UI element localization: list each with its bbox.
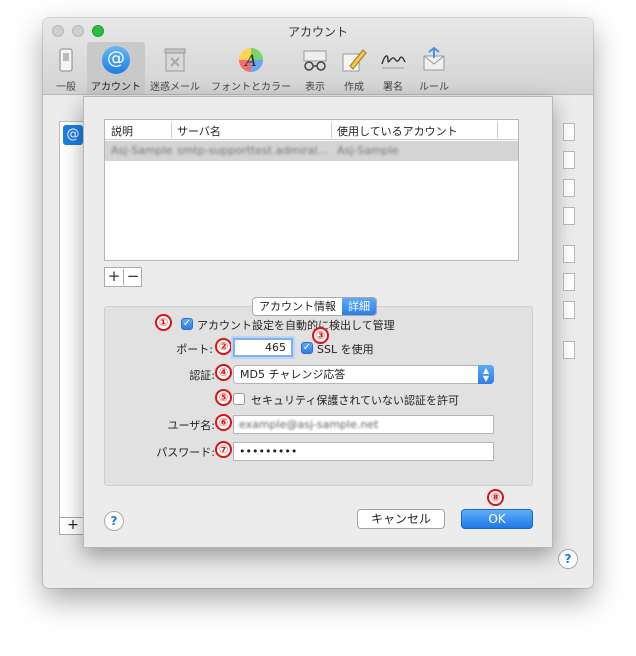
auth-select-value: MD5 チャレンジ応答 [240,368,346,381]
annotation-4: ④ [215,364,232,381]
annotation-8: ⑧ [487,489,504,506]
auto-manage-label: アカウント設定を自動的に検出して管理 [197,319,395,332]
detail-tabs: アカウント情報 詳細 [252,297,377,316]
rules-icon [420,46,448,74]
column-header-description[interactable]: 説明 [111,123,133,139]
password-label: パスワード: [156,446,215,459]
svg-text:A: A [243,51,257,70]
toolbar-label: 署名 [383,82,403,93]
column-header-server[interactable]: サーバ名 [177,123,221,139]
toolbar-item-rules[interactable]: ルール [415,42,453,94]
auto-manage-checkbox[interactable]: ✓ [181,318,193,330]
annotation-2: ② [215,338,232,355]
ssl-label: SSL を使用 [317,343,374,356]
remove-server-button[interactable]: − [124,268,142,286]
table-row[interactable]: Asj-Sample smtp-supporttest.admiral... A… [105,141,518,161]
chevron-updown-icon: ▲ ▼ [478,365,494,384]
titlebar: アカウント 一般 @ アカウント 迷惑メール A フォントとカラー 表示 作成 … [43,18,593,95]
toolbar-label: 一般 [56,82,76,93]
username-input[interactable]: example@asj-sample.net [233,415,494,434]
toolbar-label: アカウント [91,82,141,93]
row-server: smtp-supporttest.admiral... [177,144,328,157]
insecure-auth-checkbox[interactable] [233,393,245,405]
toolbar-label: 迷惑メール [150,82,200,93]
junk-mail-icon [161,46,189,74]
auth-select[interactable]: MD5 チャレンジ応答 ▲ ▼ [233,365,494,384]
port-input[interactable]: 465 [233,338,293,357]
toolbar-label: フォントとカラー [211,82,291,93]
cancel-button[interactable]: キャンセル [357,509,445,529]
background-field [563,151,575,169]
toolbar-item-fonts-colors[interactable]: A フォントとカラー [206,42,296,94]
smtp-server-table[interactable]: 説明 サーバ名 使用しているアカウント Asj-Sample smtp-supp… [104,119,519,261]
table-header: 説明 サーバ名 使用しているアカウント [105,120,518,140]
username-label: ユーザ名: [167,419,216,432]
window-title: アカウント [287,25,348,39]
tab-account-info[interactable]: アカウント情報 [253,298,342,315]
toolbar-item-composing[interactable]: 作成 [337,42,371,94]
help-button[interactable]: ? [104,511,124,531]
background-field [563,123,575,141]
background-field [563,301,575,319]
list-controls: + − [104,267,142,287]
auth-label: 認証: [189,369,215,382]
annotation-1: ① [155,314,172,331]
toolbar-item-signatures[interactable]: 署名 [376,42,410,94]
background-help-icon: ? [558,549,578,569]
toolbar-item-junk-mail[interactable]: 迷惑メール [147,42,203,94]
annotation-5: ⑤ [215,389,232,406]
background-field [563,207,575,225]
background-field [563,273,575,291]
password-input[interactable]: ••••••••• [233,442,494,461]
column-header-account[interactable]: 使用しているアカウント [337,123,458,139]
at-icon: @ [63,125,83,145]
port-label: ポート: [176,343,213,356]
pencil-icon [340,46,368,74]
toolbar-label: 表示 [305,82,325,93]
font-color-icon: A [237,46,265,74]
smtp-server-sheet: 説明 サーバ名 使用しているアカウント Asj-Sample smtp-supp… [83,96,553,548]
toolbar-item-accounts[interactable]: @ アカウント [87,42,145,94]
add-server-button[interactable]: + [105,268,123,286]
toolbar-item-general[interactable]: 一般 [49,42,83,94]
signature-icon [379,46,407,74]
toolbar-label: ルール [419,82,449,93]
row-account: Asj-Sample [337,144,399,157]
preferences-toolbar: 一般 @ アカウント 迷惑メール A フォントとカラー 表示 作成 署名 ルール [43,40,593,95]
background-field [563,245,575,263]
annotation-7: ⑦ [215,441,232,458]
annotation-6: ⑥ [215,414,232,431]
toolbar-item-viewing[interactable]: 表示 [298,42,332,94]
background-field [563,179,575,197]
tab-advanced[interactable]: 詳細 [342,298,376,315]
row-description: Asj-Sample [111,144,173,157]
background-field [563,341,575,359]
background-settings-panel [553,123,575,473]
ok-button[interactable]: OK [461,509,533,529]
switch-icon [52,46,80,74]
toolbar-label: 作成 [344,82,364,93]
glasses-icon [301,46,329,74]
insecure-auth-label: セキュリティ保護されていない認証を許可 [251,394,460,407]
at-icon: @ [102,46,130,74]
advanced-settings-box: ① ✓ アカウント設定を自動的に検出して管理 ポート: ② 465 ③ ✓ SS… [104,306,533,486]
username-value: example@asj-sample.net [239,418,379,431]
ssl-checkbox[interactable]: ✓ [301,342,313,354]
